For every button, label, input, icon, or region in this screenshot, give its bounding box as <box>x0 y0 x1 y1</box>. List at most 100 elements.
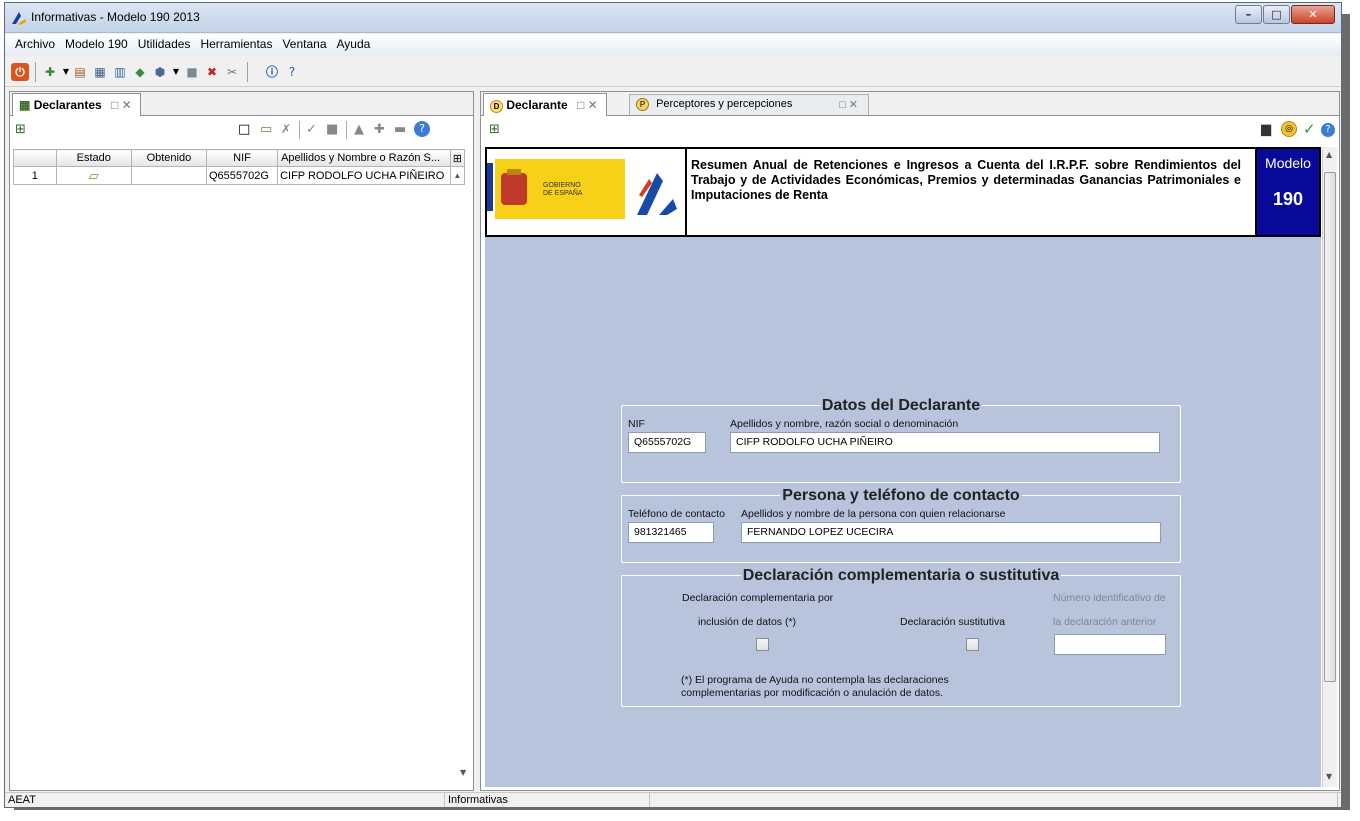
col-header-estado[interactable]: Estado <box>55 149 132 167</box>
print-icon[interactable]: ▆ <box>1261 122 1271 137</box>
left-panel-toolbar: ⊞ □ ▭ ✗ ✓ ■ ▲ ✚ ▬ ? <box>10 117 473 145</box>
app-window: Informativas - Modelo 190 2013 – □ ✕ Arc… <box>4 2 1342 808</box>
nombre-field[interactable]: CIFP RODOLFO UCHA PIÑEIRO <box>730 432 1160 453</box>
window-title: Informativas - Modelo 190 2013 <box>31 10 200 24</box>
modelo-badge: Modelo 190 <box>1255 149 1319 235</box>
form-title: Resumen Anual de Retenciones e Ingresos … <box>691 158 1241 202</box>
cell-nif: Q6555702G <box>205 166 279 185</box>
declarantes-table: Estado Obtenido NIF Apellidos y Nombre o… <box>13 149 466 185</box>
import-icon[interactable]: ▦ <box>91 63 109 81</box>
close-window-button[interactable]: ✕ <box>1291 5 1335 24</box>
info-icon[interactable]: ⓘ <box>263 63 281 81</box>
cell-obtenido <box>130 166 207 185</box>
tools-icon[interactable]: ✂ <box>223 63 241 81</box>
help-icon[interactable]: ? <box>414 121 430 137</box>
maximize-button[interactable]: □ <box>1263 5 1290 24</box>
col-header-nombre[interactable]: Apellidos y Nombre o Razón S... <box>277 149 451 167</box>
table-icon[interactable]: ▥ <box>111 63 129 81</box>
cell-num: 1 <box>13 166 57 185</box>
numero-anterior-label-1: Número identificativo de <box>1053 592 1166 604</box>
left-tabstrip: ▦ Declarantes □ ✕ <box>10 92 473 116</box>
book-icon[interactable]: ▤ <box>71 63 89 81</box>
help-icon[interactable]: ? <box>1321 123 1335 137</box>
menu-ventana[interactable]: Ventana <box>277 34 331 51</box>
tab-declarantes[interactable]: ▦ Declarantes □ ✕ <box>12 93 141 116</box>
scroll-up-icon[interactable]: ▲ <box>1326 150 1332 159</box>
tab-perceptores[interactable]: P Perceptores y percepciones □ ✕ <box>629 94 869 115</box>
scroll-up-icon[interactable]: ▲ <box>449 166 466 185</box>
persona-label: Apellidos y nombre de la persona con qui… <box>741 508 1006 520</box>
new-doc-icon[interactable]: □ <box>238 122 250 137</box>
telefono-label: Teléfono de contacto <box>628 508 725 520</box>
validate-check-icon[interactable]: ✓ <box>1303 120 1316 138</box>
col-header-nif[interactable]: NIF <box>205 149 279 167</box>
tree-icon[interactable]: ⊞ <box>15 122 26 137</box>
numero-anterior-label-2: la declaración anterior <box>1053 616 1157 628</box>
menu-utilidades[interactable]: Utilidades <box>133 34 196 51</box>
col-header-num[interactable] <box>13 149 57 167</box>
scroll-down-icon[interactable]: ▼ <box>1326 772 1332 781</box>
menu-herramientas[interactable]: Herramientas <box>195 34 277 51</box>
main-toolbar: ⏻ ✚ ▼ ▤ ▦ ▥ ◆ ⬢ ▼ ■ ✖ ✂ ⓘ ? <box>5 57 1341 87</box>
open-folder-icon[interactable]: ▭ <box>260 122 272 137</box>
remove-row-icon[interactable]: ▬ <box>394 122 406 137</box>
export-icon[interactable]: ▲ <box>354 122 364 137</box>
complementaria-label-2: inclusión de datos (*) <box>698 616 797 628</box>
status-middle: Informativas <box>445 793 650 807</box>
persona-field[interactable]: FERNANDO LOPEZ UCECIRA <box>741 522 1161 543</box>
validate-icon[interactable]: ◆ <box>131 63 149 81</box>
tab-close-icon[interactable]: □ ✕ <box>111 98 132 112</box>
cell-nombre: CIFP RODOLFO UCHA PIÑEIRO <box>277 166 451 185</box>
comment-icon[interactable]: ■ <box>326 122 338 137</box>
table-header-row: Estado Obtenido NIF Apellidos y Nombre o… <box>13 149 466 167</box>
gobierno-logo: GOBIERNO DE ESPAÑA <box>487 149 687 235</box>
menu-ayuda[interactable]: Ayuda <box>332 34 376 51</box>
title-bar: Informativas - Modelo 190 2013 – □ ✕ <box>5 3 1341 33</box>
print-icon[interactable]: ■ <box>183 63 201 81</box>
calculate-icon[interactable]: ◎ <box>1281 121 1297 137</box>
add-row-icon[interactable]: ✚ <box>374 122 385 137</box>
modelo-label: Modelo <box>1265 155 1311 171</box>
power-icon[interactable]: ⏻ <box>11 63 29 81</box>
tab-declarante[interactable]: D Declarante □ ✕ <box>483 93 607 116</box>
section-title-datos: Datos del Declarante <box>819 397 983 414</box>
tab-declarantes-label: Declarantes <box>33 98 102 112</box>
nif-field[interactable]: Q6555702G <box>628 432 706 453</box>
section-title-persona: Persona y teléfono de contacto <box>780 487 1022 504</box>
scrollbar-thumb[interactable] <box>1324 172 1336 682</box>
datos-declarante-section: Datos del Declarante NIF Q6555702G Apell… <box>621 397 1181 483</box>
table-row[interactable]: 1 ▱ Q6555702G CIFP RODOLFO UCHA PIÑEIRO … <box>13 166 466 185</box>
col-header-obtenido[interactable]: Obtenido <box>130 149 207 167</box>
check-icon[interactable]: ✓ <box>306 122 317 137</box>
tab-close-icon[interactable]: □ ✕ <box>839 98 858 111</box>
help-icon[interactable]: ? <box>283 63 301 81</box>
sustitutiva-checkbox[interactable] <box>966 638 979 651</box>
right-tabstrip: D Declarante □ ✕ P Perceptores y percepc… <box>481 92 1339 116</box>
numero-anterior-field[interactable] <box>1054 634 1166 655</box>
status-bar: AEAT Informativas <box>5 792 1341 807</box>
right-panel-toolbar: ⊞ ▆ ◎ ✓ ? <box>481 117 1339 145</box>
tree-icon[interactable]: ⊞ <box>489 122 500 137</box>
menu-modelo[interactable]: Modelo 190 <box>60 34 133 51</box>
delete-row-icon[interactable]: ✗ <box>281 122 291 136</box>
complementaria-checkbox[interactable] <box>756 638 769 651</box>
section-title-complementaria: Declaración complementaria o sustitutiva <box>740 567 1062 584</box>
status-right <box>653 793 1338 807</box>
menu-bar: Archivo Modelo 190 Utilidades Herramientas V… <box>5 34 1341 56</box>
form-header: GOBIERNO DE ESPAÑA Resumen Anual de Rete… <box>485 147 1321 237</box>
nif-label: NIF <box>628 418 645 430</box>
menu-archivo[interactable]: Archivo <box>10 34 60 51</box>
form-scrollbar[interactable]: ▲ ▼ <box>1322 147 1337 787</box>
scroll-down-icon[interactable]: ▼ <box>460 768 466 777</box>
delete-icon[interactable]: ✖ <box>203 63 221 81</box>
column-chooser-icon[interactable]: ⊞ <box>449 149 466 167</box>
status-left: AEAT <box>5 793 445 807</box>
table-icon: ▦ <box>19 98 31 112</box>
modelo-number: 190 <box>1272 189 1304 209</box>
telefono-field[interactable]: 981321465 <box>628 522 714 543</box>
folder-open-icon[interactable]: ▱ <box>55 166 132 185</box>
declarante-tab-icon: D <box>490 100 503 113</box>
minimize-button[interactable]: – <box>1235 5 1262 24</box>
nota-ayuda-1: (*) El programa de Ayuda no contempla la… <box>681 674 949 686</box>
tab-close-icon[interactable]: □ ✕ <box>577 98 598 112</box>
